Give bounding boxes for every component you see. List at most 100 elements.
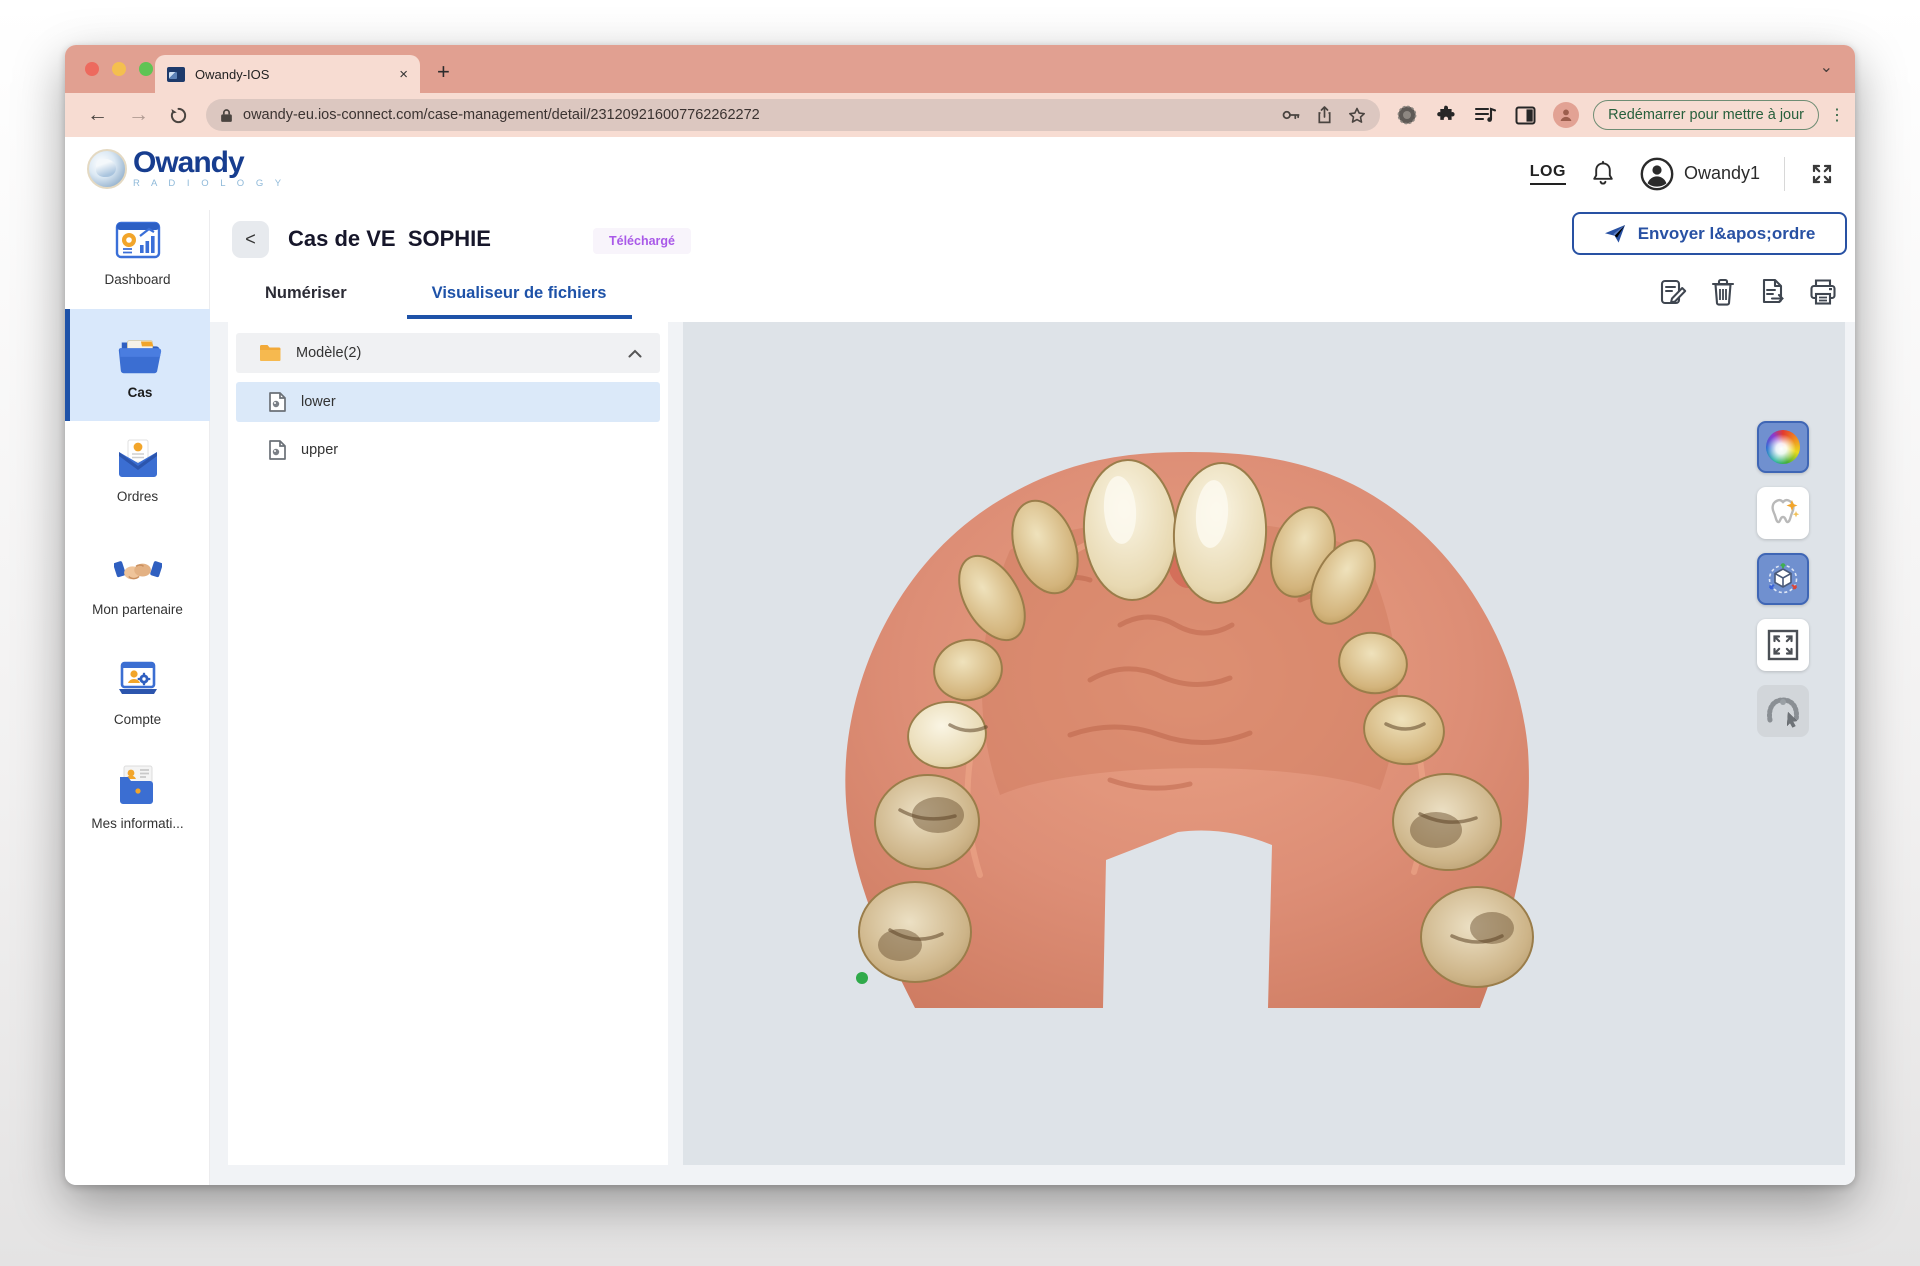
browser-update-button[interactable]: Redémarrer pour mettre à jour bbox=[1593, 100, 1819, 130]
cube-3d-icon bbox=[1765, 561, 1801, 597]
account-laptop-icon bbox=[114, 658, 162, 704]
content-area: < Cas de VE SOPHIE Téléchargé Envoyer l&… bbox=[210, 210, 1855, 1185]
tooth-enhance-button[interactable] bbox=[1757, 487, 1809, 539]
app-header: Owandy R A D I O L O G Y LOG bbox=[65, 137, 1855, 210]
file-row-lower[interactable]: lower bbox=[236, 382, 660, 422]
username: Owandy1 bbox=[1684, 163, 1760, 184]
file-label: upper bbox=[301, 442, 338, 458]
color-wheel-icon bbox=[1766, 430, 1800, 464]
header-divider bbox=[1784, 157, 1785, 191]
fit-screen-button[interactable] bbox=[1757, 619, 1809, 671]
url-bar[interactable]: owandy-eu.ios-connect.com/case-managemen… bbox=[206, 99, 1380, 131]
sidebar-item-dashboard[interactable]: Dashboard bbox=[65, 218, 210, 287]
browser-reload-button[interactable] bbox=[169, 106, 188, 125]
folder-row-modele[interactable]: Modèle(2) bbox=[236, 333, 660, 373]
model-file-icon bbox=[268, 391, 287, 413]
browser-window: Owandy-IOS × + ⌄ ← → owandy-eu.ios-conne… bbox=[65, 45, 1855, 1185]
file-tree-panel: Modèle(2) lower bbox=[228, 322, 668, 1165]
screenshot-stage: Owandy-IOS × + ⌄ ← → owandy-eu.ios-conne… bbox=[0, 0, 1920, 1266]
file-actions bbox=[1655, 274, 1841, 310]
orders-envelope-icon bbox=[114, 435, 162, 481]
dental-3d-model[interactable] bbox=[820, 430, 1560, 1010]
notifications-bell-icon[interactable] bbox=[1590, 160, 1616, 188]
delete-trash-icon[interactable] bbox=[1705, 274, 1741, 310]
orientation-3d-button[interactable] bbox=[1757, 553, 1809, 605]
sidebar-item-compte[interactable]: Compte bbox=[65, 658, 210, 727]
sidebar-item-cas[interactable]: Cas bbox=[65, 309, 210, 421]
status-badge: Téléchargé bbox=[593, 228, 691, 254]
collapse-chevron-icon[interactable] bbox=[628, 349, 642, 358]
back-button[interactable]: < bbox=[232, 221, 269, 258]
browser-toolbar: ← → owandy-eu.ios-connect.com/case-manag… bbox=[65, 93, 1855, 137]
print-icon[interactable] bbox=[1805, 274, 1841, 310]
close-window-button[interactable] bbox=[85, 62, 99, 76]
page-title: Cas de VE SOPHIE bbox=[288, 226, 491, 252]
sidebar-item-mon-partenaire[interactable]: Mon partenaire bbox=[65, 548, 210, 617]
browser-menu-kebab-icon[interactable]: ⋮ bbox=[1829, 105, 1845, 125]
logo-text: Owandy bbox=[133, 149, 286, 177]
edit-icon[interactable] bbox=[1655, 274, 1691, 310]
jaw-select-button bbox=[1757, 685, 1809, 737]
new-tab-button[interactable]: + bbox=[437, 61, 450, 83]
partner-handshake-icon bbox=[114, 548, 162, 594]
browser-tab[interactable]: Owandy-IOS × bbox=[155, 55, 420, 93]
tab-visualiseur-de-fichiers[interactable]: Visualiseur de fichiers bbox=[407, 270, 632, 319]
password-key-icon[interactable] bbox=[1282, 109, 1301, 121]
model-file-icon bbox=[268, 439, 287, 461]
browser-forward-button: → bbox=[128, 103, 149, 127]
folder-icon bbox=[258, 343, 282, 363]
owandy-logo-sphere-icon bbox=[87, 149, 127, 189]
sidebar-item-ordres[interactable]: Ordres bbox=[65, 435, 210, 504]
file-label: lower bbox=[301, 394, 336, 410]
sidebar-item-label: Cas bbox=[128, 385, 153, 400]
color-mode-button[interactable] bbox=[1757, 421, 1809, 473]
sidebar-item-mes-informations[interactable]: Mes informati... bbox=[65, 762, 210, 831]
sidepanel-icon[interactable] bbox=[1515, 106, 1536, 125]
tab-favicon-icon bbox=[167, 67, 185, 82]
extension-globe-icon[interactable] bbox=[1396, 104, 1418, 126]
tab-search-chevron-icon[interactable]: ⌄ bbox=[1820, 57, 1833, 77]
extensions-puzzle-icon[interactable] bbox=[1435, 104, 1457, 126]
minimize-window-button[interactable] bbox=[112, 62, 126, 76]
sidebar: Dashboard Cas bbox=[65, 210, 210, 1185]
tab-numeriser[interactable]: Numériser bbox=[240, 270, 372, 319]
sidebar-item-label: Ordres bbox=[117, 489, 158, 504]
sidebar-item-label: Compte bbox=[114, 712, 161, 727]
browser-profile-avatar[interactable] bbox=[1553, 102, 1579, 128]
zoom-window-button[interactable] bbox=[139, 62, 153, 76]
folder-label: Modèle(2) bbox=[296, 345, 361, 361]
sidebar-item-label: Dashboard bbox=[104, 272, 170, 287]
sidebar-item-label: Mes informati... bbox=[91, 816, 183, 831]
case-header: < Cas de VE SOPHIE Téléchargé Envoyer l&… bbox=[210, 210, 1855, 322]
scan-marker-dot bbox=[856, 972, 868, 984]
lock-icon bbox=[220, 108, 233, 123]
tooth-sparkle-icon bbox=[1765, 496, 1801, 530]
url-text[interactable]: owandy-eu.ios-connect.com/case-managemen… bbox=[243, 107, 1272, 123]
paper-plane-icon bbox=[1604, 224, 1626, 244]
dashboard-icon bbox=[114, 218, 162, 264]
logo-subtext: R A D I O L O G Y bbox=[133, 178, 286, 189]
share-icon[interactable] bbox=[1317, 106, 1332, 124]
playlist-icon[interactable] bbox=[1474, 105, 1498, 125]
my-info-folder-icon bbox=[114, 762, 162, 808]
tab-title: Owandy-IOS bbox=[195, 67, 389, 82]
log-button[interactable]: LOG bbox=[1530, 163, 1566, 185]
export-file-icon[interactable] bbox=[1755, 274, 1791, 310]
user-menu[interactable]: Owandy1 bbox=[1640, 157, 1760, 191]
model-viewer-canvas[interactable] bbox=[683, 322, 1845, 1165]
cases-folder-icon bbox=[116, 331, 164, 377]
expand-icon bbox=[1766, 628, 1800, 662]
send-order-button[interactable]: Envoyer l&apos;ordre bbox=[1572, 212, 1847, 255]
sidebar-item-label: Mon partenaire bbox=[92, 602, 183, 617]
case-tabs: Numériser Visualiseur de fichiers bbox=[240, 270, 632, 319]
file-row-upper[interactable]: upper bbox=[236, 430, 660, 470]
fullscreen-icon[interactable] bbox=[1809, 161, 1835, 187]
user-avatar-icon bbox=[1640, 157, 1674, 191]
browser-back-button[interactable]: ← bbox=[87, 103, 108, 127]
tab-close-icon[interactable]: × bbox=[399, 66, 408, 83]
bookmark-star-icon[interactable] bbox=[1348, 107, 1366, 124]
owandy-logo: Owandy R A D I O L O G Y bbox=[87, 149, 286, 189]
jaw-tool-icon bbox=[1764, 694, 1802, 728]
window-controls bbox=[85, 62, 153, 76]
browser-tabstrip: Owandy-IOS × + ⌄ bbox=[65, 45, 1855, 93]
